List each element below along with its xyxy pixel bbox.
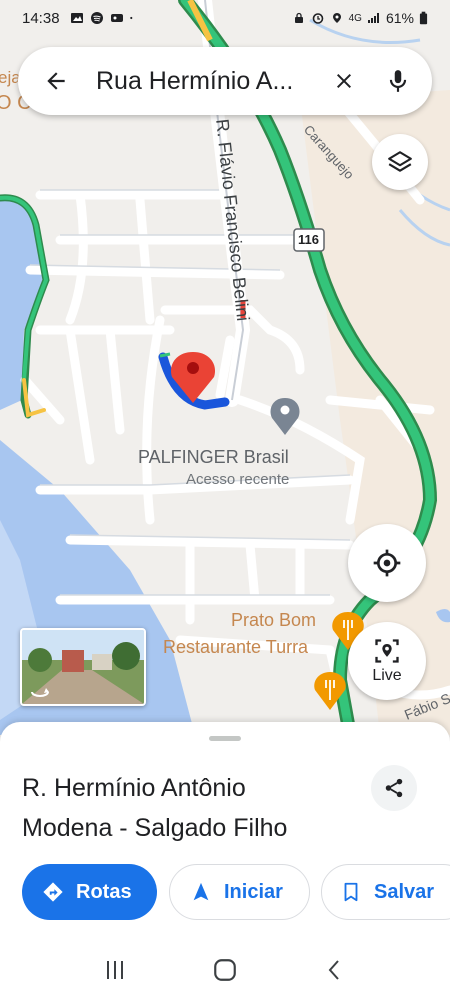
poi-restaurante-turra[interactable]: Restaurante Turra (163, 637, 308, 658)
search-bar[interactable]: Rua Hermínio A... (18, 47, 432, 115)
close-icon (337, 74, 351, 88)
poi-palfinger-name[interactable]: PALFINGER Brasil (138, 447, 289, 468)
layers-button[interactable] (372, 134, 428, 190)
directions-icon (43, 882, 63, 902)
directions-label: Rotas (76, 880, 132, 903)
dot-icon (129, 16, 132, 20)
layers-icon (388, 151, 412, 172)
arrow-left-icon (47, 72, 65, 90)
wifi-calling-icon (110, 14, 123, 22)
start-navigation-button[interactable]: Iniciar (169, 864, 310, 920)
home-icon (214, 959, 236, 981)
recent-apps-button[interactable] (95, 950, 135, 990)
battery-percent: 61% (385, 10, 414, 26)
lock-status-icon (294, 12, 303, 23)
system-icons: 4G 61% (292, 10, 428, 26)
directions-button[interactable]: Rotas (22, 864, 157, 920)
highway-shield-number: 116 (298, 232, 319, 247)
share-icon (385, 778, 403, 798)
gallery-icon (70, 13, 83, 23)
poi-prato-bom[interactable]: Prato Bom (231, 610, 316, 631)
save-label: Salvar (374, 880, 435, 903)
street-view-thumbnail[interactable] (20, 628, 146, 706)
battery-icon (419, 11, 428, 25)
share-button[interactable] (371, 765, 417, 811)
home-button[interactable] (205, 950, 245, 990)
alarm-icon (312, 13, 323, 24)
status-time: 14:38 (22, 9, 60, 27)
search-query[interactable]: Rua Hermínio A... (96, 67, 326, 96)
spotify-icon (90, 12, 103, 24)
navigation-arrow-icon (193, 882, 209, 901)
voice-search-button[interactable] (380, 63, 416, 99)
save-button[interactable]: Salvar (321, 864, 450, 920)
status-bar: 14:38 4G 61% (0, 0, 450, 36)
street-view-image (22, 630, 144, 704)
clear-search-button[interactable] (326, 63, 362, 99)
microphone-icon (389, 70, 407, 92)
signal-icon (367, 13, 379, 23)
live-view-icon (375, 639, 399, 663)
place-title: R. Hermínio Antônio Modena - Salgado Fil… (22, 774, 288, 842)
system-navigation-bar (0, 940, 450, 1000)
my-location-icon (373, 549, 401, 577)
chevron-left-icon (328, 960, 339, 980)
location-icon (332, 13, 341, 23)
recents-icon (107, 961, 123, 979)
live-view-button[interactable]: Live (348, 622, 426, 700)
network-type: 4G (348, 12, 362, 24)
live-label: Live (372, 667, 402, 684)
start-label: Iniciar (224, 880, 283, 903)
bookmark-icon (344, 882, 358, 902)
notification-icons (70, 12, 136, 24)
back-nav-button[interactable] (315, 950, 355, 990)
drag-handle[interactable] (209, 736, 241, 741)
my-location-button[interactable] (348, 524, 426, 602)
back-button[interactable] (38, 63, 74, 99)
poi-palfinger-subtitle: Acesso recente (186, 471, 290, 488)
